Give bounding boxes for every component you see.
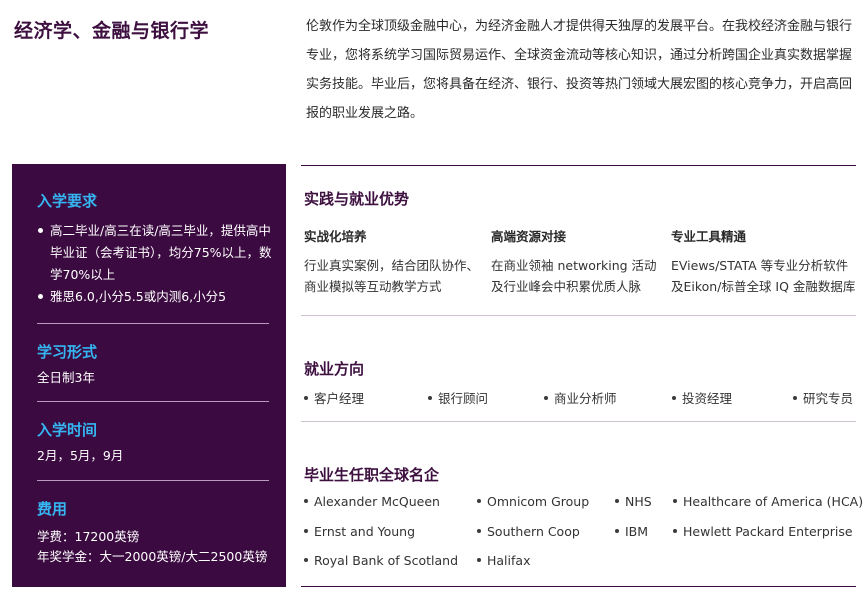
- practice-column-text: 在商业领袖 networking 活动及行业峰会中积累优质人脉: [491, 258, 657, 294]
- career-label: 客户经理: [314, 391, 365, 406]
- intake-section: 入学时间 2月，5月，9月: [37, 402, 268, 467]
- practice-column-tools: 专业工具精通 EViews/STATA 等专业分析软件及Eikon/标普全球 I…: [671, 226, 857, 297]
- fees-section: 费用 学费：17200英镑 年奖学金：大一2000英镑/大二2500英镑: [37, 481, 268, 567]
- career-item: 研究专员: [793, 388, 853, 407]
- bullet-icon: [673, 528, 677, 533]
- bullet-icon: [793, 395, 797, 400]
- bullet-icon: [615, 528, 619, 533]
- bullet-icon: [477, 528, 481, 533]
- bullet-icon: [477, 557, 481, 562]
- study-mode-text: 全日制3年: [37, 370, 95, 385]
- bullet-icon: [304, 498, 308, 503]
- employer-item: Healthcare of America (HCA): [673, 494, 863, 509]
- employer-label: NHS: [625, 494, 652, 509]
- bullet-icon: [477, 498, 481, 503]
- practice-column-title: 实战化培养: [304, 229, 367, 244]
- employer-item: NHS: [615, 494, 652, 509]
- career-label: 商业分析师: [554, 391, 617, 406]
- requirements-heading: 入学要求: [37, 192, 98, 210]
- bullet-icon: [304, 395, 308, 400]
- careers-heading: 就业方向: [304, 360, 365, 378]
- page-title: 经济学、金融与银行学: [14, 20, 210, 42]
- study-mode-heading: 学习形式: [37, 343, 98, 361]
- intake-heading: 入学时间: [37, 421, 98, 439]
- requirement-item: 高二毕业/高三在读/高三毕业，提供高中毕业证（会考证书），均分75%以上，数学7…: [37, 220, 273, 286]
- practice-column-title: 专业工具精通: [671, 229, 747, 244]
- practice-column-resources: 高端资源对接 在商业领袖 networking 活动及行业峰会中积累优质人脉: [491, 226, 671, 297]
- bullet-icon: [544, 395, 548, 400]
- employer-label: Ernst and Young: [314, 524, 416, 539]
- employer-label: Royal Bank of Scotland: [314, 553, 459, 568]
- section-divider: [301, 315, 856, 316]
- employer-label: Hewlett Packard Enterprise: [683, 524, 853, 539]
- employer-label: Healthcare of America (HCA): [683, 494, 864, 509]
- section-divider: [301, 586, 856, 587]
- employer-label: Omnicom Group: [487, 494, 590, 509]
- practice-column-title: 高端资源对接: [491, 229, 567, 244]
- intake-text: 2月，5月，9月: [37, 448, 124, 463]
- employer-item: Alexander McQueen: [304, 494, 440, 509]
- practice-column-text: EViews/STATA 等专业分析软件及Eikon/标普全球 IQ 金融数据库: [671, 258, 856, 294]
- employer-item: IBM: [615, 524, 648, 539]
- fees-heading: 费用: [37, 500, 68, 518]
- study-mode-section: 学习形式 全日制3年: [37, 324, 268, 389]
- employer-item: Royal Bank of Scotland: [304, 553, 458, 568]
- career-item: 投资经理: [672, 388, 732, 407]
- requirements-list: 高二毕业/高三在读/高三毕业，提供高中毕业证（会考证书），均分75%以上，数学7…: [37, 220, 273, 308]
- career-item: 商业分析师: [544, 388, 617, 407]
- employer-item: Southern Coop: [477, 524, 580, 539]
- bullet-icon: [673, 498, 677, 503]
- intro-paragraph: 伦敦作为全球顶级金融中心，为经济金融人才提供得天独厚的发展平台。在我校经济金融与…: [306, 19, 853, 121]
- bullet-icon: [304, 528, 308, 533]
- tuition-text: 学费：17200英镑: [37, 529, 140, 544]
- requirements-section: 入学要求 高二毕业/高三在读/高三毕业，提供高中毕业证（会考证书），均分75%以…: [37, 164, 272, 308]
- career-item: 银行顾问: [428, 388, 488, 407]
- employers-heading: 毕业生任职全球名企: [304, 466, 440, 484]
- career-item: 客户经理: [304, 388, 364, 407]
- scholarship-text: 年奖学金：大一2000英镑/大二2500英镑: [37, 549, 268, 564]
- bullet-icon: [615, 498, 619, 503]
- info-sidebar: 入学要求 高二毕业/高三在读/高三毕业，提供高中毕业证（会考证书），均分75%以…: [12, 164, 286, 587]
- career-label: 研究专员: [803, 391, 854, 406]
- requirement-item: 雅思6.0,小分5.5或内测6,小分5: [37, 286, 273, 308]
- practice-column-text: 行业真实案例，结合团队协作、商业模拟等互动教学方式: [304, 258, 480, 294]
- employer-item: Ernst and Young: [304, 524, 415, 539]
- employer-item: Halifax: [477, 553, 530, 568]
- employer-item: Hewlett Packard Enterprise: [673, 524, 853, 539]
- employer-item: Omnicom Group: [477, 494, 589, 509]
- employer-label: Alexander McQueen: [314, 494, 440, 509]
- career-label: 投资经理: [682, 391, 733, 406]
- section-divider: [301, 165, 856, 166]
- bullet-icon: [672, 395, 676, 400]
- career-label: 银行顾问: [438, 391, 489, 406]
- section-divider: [301, 421, 856, 422]
- employer-label: Halifax: [487, 553, 531, 568]
- bullet-icon: [304, 557, 308, 562]
- employer-label: IBM: [625, 524, 649, 539]
- employer-label: Southern Coop: [487, 524, 580, 539]
- practice-heading: 实践与就业优势: [304, 190, 410, 208]
- bullet-icon: [428, 395, 432, 400]
- practice-column-training: 实战化培养 行业真实案例，结合团队协作、商业模拟等互动教学方式: [304, 226, 484, 297]
